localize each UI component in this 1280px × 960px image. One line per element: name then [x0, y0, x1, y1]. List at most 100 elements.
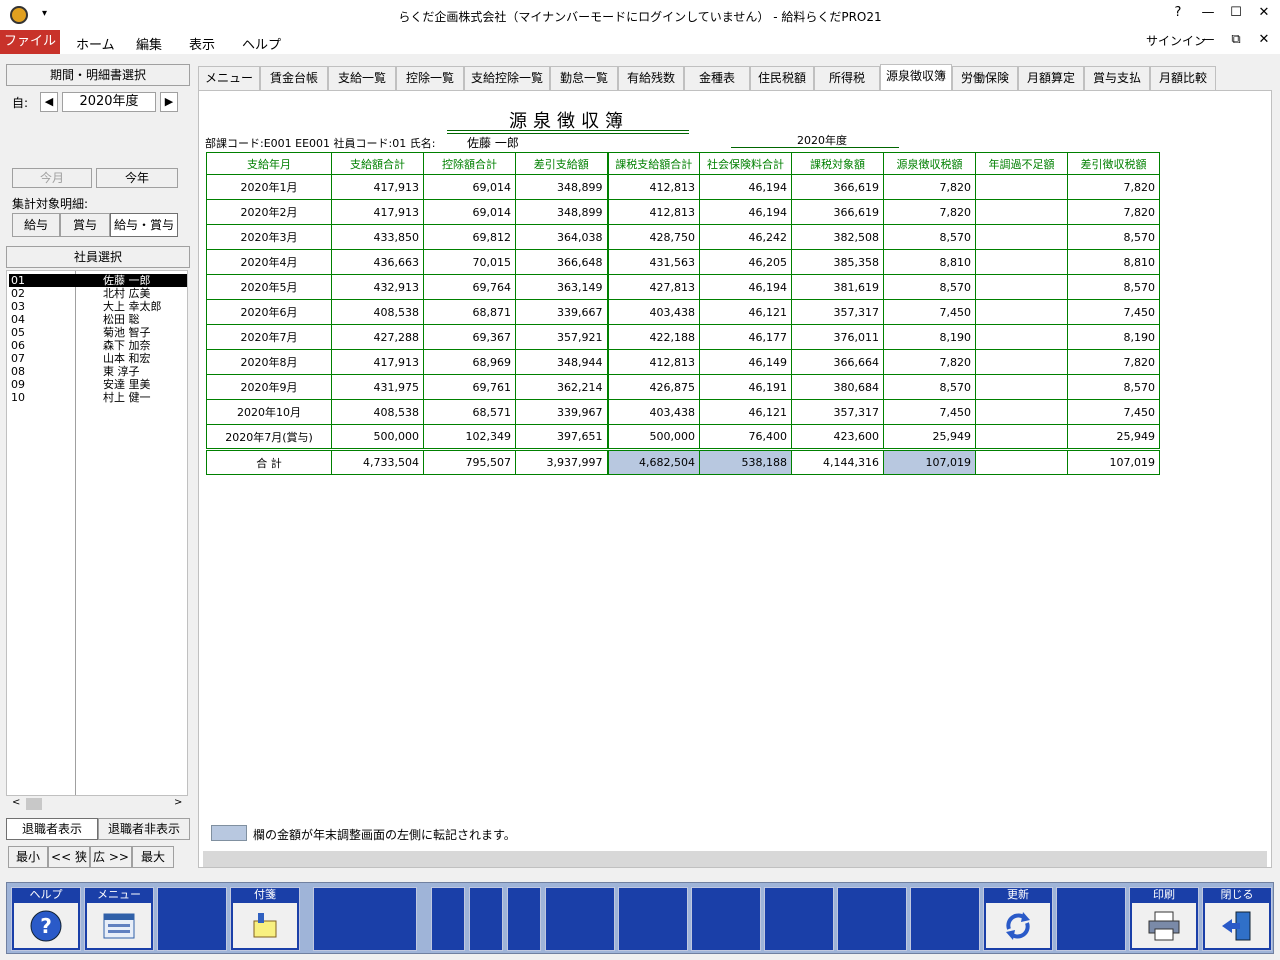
tab-wage-ledger[interactable]: 賃金台帳: [260, 66, 328, 90]
close-window-button[interactable]: ✕: [1252, 5, 1276, 25]
menu-button[interactable]: メニュー: [84, 887, 154, 951]
show-retired-button[interactable]: 退職者表示: [6, 818, 98, 840]
empty-function-key[interactable]: [469, 887, 503, 951]
ribbon-restore-button[interactable]: ⧉: [1224, 32, 1248, 52]
ribbon-minimize-button[interactable]: —: [1196, 32, 1220, 52]
empty-function-key[interactable]: [545, 887, 615, 951]
employee-row[interactable]: 08 東 淳子: [9, 365, 187, 378]
function-bar: ヘルプ ? メニュー 付箋 更新 印刷 閉じる: [6, 882, 1274, 954]
employee-row[interactable]: 05 菊池 智子: [9, 326, 187, 339]
employee-code: 06: [11, 339, 25, 352]
employee-row[interactable]: 02 北村 広美: [9, 287, 187, 300]
empty-function-key[interactable]: [157, 887, 227, 951]
tab-labor-insurance[interactable]: 労働保険: [952, 66, 1018, 90]
zoom-max-button[interactable]: 最大: [132, 846, 174, 868]
amount-cell: 357,317: [791, 399, 884, 425]
empty-function-key[interactable]: [837, 887, 907, 951]
help-window-button[interactable]: ?: [1166, 5, 1190, 25]
tab-bonus-payment[interactable]: 賞与支払: [1084, 66, 1150, 90]
scroll-right-icon[interactable]: >: [174, 797, 182, 808]
table-row[interactable]: 2020年8月 417,913 68,969 348,944 412,813 46,149…: [206, 349, 1160, 375]
target-both-button[interactable]: 給与・賞与: [110, 213, 178, 237]
employee-row[interactable]: 04 松田 聡: [9, 313, 187, 326]
help-button[interactable]: ヘルプ ?: [11, 887, 81, 951]
tab-menu[interactable]: メニュー: [198, 66, 260, 90]
employee-name: 東 淳子: [103, 365, 140, 378]
employee-row[interactable]: 07 山本 和宏: [9, 352, 187, 365]
hide-retired-button[interactable]: 退職者非表示: [98, 818, 190, 840]
menu-help[interactable]: ヘルプ: [242, 34, 281, 53]
amount-cell: 7,450: [883, 299, 976, 325]
maximize-button[interactable]: ☐: [1224, 5, 1248, 25]
menu-home[interactable]: ホーム: [76, 34, 115, 53]
content-scrollbar[interactable]: [203, 851, 1267, 867]
ribbon-close-button[interactable]: ✕: [1252, 32, 1276, 52]
tab-monthly-compare[interactable]: 月額比較: [1150, 66, 1216, 90]
scroll-thumb[interactable]: [26, 798, 42, 810]
refresh-button[interactable]: 更新: [983, 887, 1053, 951]
column-header: 社会保険料合計: [699, 152, 792, 175]
tab-attendance-list[interactable]: 勤怠一覧: [550, 66, 618, 90]
tab-deduction-list[interactable]: 控除一覧: [396, 66, 464, 90]
tab-monthly-calc[interactable]: 月額算定: [1018, 66, 1084, 90]
empty-function-key[interactable]: [618, 887, 688, 951]
menu-edit[interactable]: 編集: [136, 34, 162, 53]
zoom-wide-button[interactable]: 広 >>: [90, 846, 132, 868]
tab-payment-list[interactable]: 支給一覧: [328, 66, 396, 90]
menu-view[interactable]: 表示: [189, 34, 215, 53]
empty-function-key[interactable]: [1056, 887, 1126, 951]
amount-cell: 69,014: [423, 199, 516, 225]
zoom-min-button[interactable]: 最小: [8, 846, 48, 868]
column-header: 支給額合計: [331, 152, 424, 175]
scroll-left-icon[interactable]: <: [12, 797, 20, 808]
employee-row[interactable]: 10 村上 健一: [9, 391, 187, 404]
table-row[interactable]: 2020年1月 417,913 69,014 348,899 412,813 46,194…: [206, 174, 1160, 200]
this-month-button[interactable]: 今月: [12, 168, 92, 188]
tab-payment-deduction-list[interactable]: 支給控除一覧: [464, 66, 550, 90]
employee-row[interactable]: 03 大上 幸太郎: [9, 300, 187, 313]
table-row[interactable]: 2020年7月 427,288 69,367 357,921 422,188 46,177…: [206, 324, 1160, 350]
minimize-button[interactable]: —: [1196, 5, 1220, 25]
table-row[interactable]: 2020年6月 408,538 68,871 339,667 403,438 46,121…: [206, 299, 1160, 325]
menu-file[interactable]: ファイル: [0, 30, 60, 54]
year-field[interactable]: 2020年度: [62, 92, 156, 112]
table-row[interactable]: 2020年7月(賞与) 500,000 102,349 397,651 500,000 7…: [206, 424, 1160, 450]
sticky-note-button[interactable]: 付箋: [230, 887, 300, 951]
table-row[interactable]: 2020年2月 417,913 69,014 348,899 412,813 46,194…: [206, 199, 1160, 225]
this-year-button[interactable]: 今年: [96, 168, 178, 188]
next-year-button[interactable]: ▶: [160, 92, 178, 112]
employee-list-scrollbar[interactable]: < >: [6, 796, 188, 812]
print-button[interactable]: 印刷: [1129, 887, 1199, 951]
empty-function-key[interactable]: [691, 887, 761, 951]
target-label: 集計対象明細:: [12, 197, 89, 211]
row-label-cell: 2020年7月(賞与): [206, 424, 332, 450]
table-row[interactable]: 2020年3月 433,850 69,812 364,038 428,750 46,242…: [206, 224, 1160, 250]
table-row[interactable]: 2020年9月 431,975 69,761 362,214 426,875 46,191…: [206, 374, 1160, 400]
employee-list[interactable]: 01 佐藤 一郎 02 北村 広美 03 大上 幸太郎 04 松田 聡 05 菊池 智子 …: [6, 270, 188, 796]
empty-function-key[interactable]: [431, 887, 465, 951]
amount-cell: 4,733,504: [331, 448, 424, 475]
empty-function-key[interactable]: [910, 887, 980, 951]
row-label-cell: 2020年1月: [206, 174, 332, 200]
tab-denomination[interactable]: 金種表: [684, 66, 750, 90]
employee-code: 02: [11, 287, 25, 300]
employee-row[interactable]: 01 佐藤 一郎: [9, 274, 187, 287]
employee-row[interactable]: 06 森下 加奈: [9, 339, 187, 352]
target-salary-button[interactable]: 給与: [12, 213, 60, 237]
empty-function-key[interactable]: [313, 887, 417, 951]
employee-row[interactable]: 09 安達 里美: [9, 378, 187, 391]
table-total-row[interactable]: 合 計 4,733,504 795,507 3,937,997 4,682,504 538…: [206, 448, 1160, 475]
table-row[interactable]: 2020年10月 408,538 68,571 339,967 403,438 46,12…: [206, 399, 1160, 425]
prev-year-button[interactable]: ◀: [40, 92, 58, 112]
tab-income-tax[interactable]: 所得税: [814, 66, 880, 90]
target-bonus-button[interactable]: 賞与: [60, 213, 110, 237]
tab-resident-tax[interactable]: 住民税額: [750, 66, 814, 90]
empty-function-key[interactable]: [507, 887, 541, 951]
close-button[interactable]: 閉じる: [1202, 887, 1272, 951]
tab-paid-leave[interactable]: 有給残数: [618, 66, 684, 90]
tab-withholding-book[interactable]: 源泉徴収簿: [880, 64, 952, 91]
empty-function-key[interactable]: [764, 887, 834, 951]
zoom-narrow-button[interactable]: << 狭: [48, 846, 90, 868]
table-row[interactable]: 2020年4月 436,663 70,015 366,648 431,563 46,205…: [206, 249, 1160, 275]
table-row[interactable]: 2020年5月 432,913 69,764 363,149 427,813 46,194…: [206, 274, 1160, 300]
